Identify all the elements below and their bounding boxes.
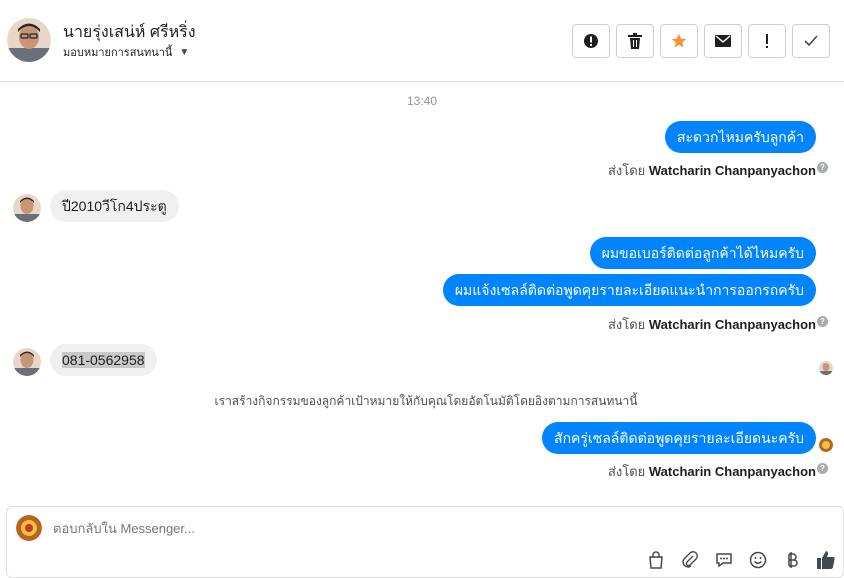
follow-up-button[interactable]: [748, 24, 786, 58]
customer-avatar: [13, 194, 41, 222]
reply-composer: [6, 506, 844, 578]
sent-by-prefix: ส่งโดย: [607, 163, 646, 178]
conversation-actions: [572, 24, 830, 58]
contact-name: นายรุ่งเสน่ห์ ศรีหริ่ง: [63, 24, 196, 41]
contact-avatar[interactable]: [7, 18, 51, 62]
info-icon[interactable]: ?: [817, 463, 828, 474]
star-icon: [671, 33, 687, 48]
page-avatar: [16, 515, 42, 541]
message-thread[interactable]: 13:40 สะดวกไหมครับลูกค้า ส่งโดย Watchari…: [0, 82, 844, 506]
smiley-icon[interactable]: [747, 549, 769, 571]
incoming-message[interactable]: ปี2010วีโก4ประตู: [50, 190, 179, 222]
customer-avatar: [13, 348, 41, 376]
reply-input[interactable]: [53, 521, 553, 536]
exclamation-icon: [766, 34, 768, 48]
message-timestamp: 13:40: [406, 94, 438, 108]
caret-down-icon: ▼: [179, 46, 190, 58]
selected-phone-number[interactable]: 081-0562958: [62, 352, 145, 368]
envelope-icon: [715, 35, 731, 47]
composer-toolbar: [645, 549, 837, 571]
sent-by-line: ส่งโดย Watcharin Chanpanyachon: [608, 461, 816, 482]
conversation-header: นายรุ่งเสน่ห์ ศรีหริ่ง มอบหมายการสนทนานี…: [0, 0, 844, 82]
sent-by-line: ส่งโดย Watcharin Chanpanyachon: [608, 314, 816, 335]
bag-icon[interactable]: [645, 549, 667, 571]
sent-by-name: Watcharin Chanpanyachon: [648, 163, 816, 178]
outgoing-message[interactable]: สักครู่เซลล์ติดต่อพูดคุยรายละเอียดนะครับ: [542, 422, 816, 454]
mark-unread-button[interactable]: [704, 24, 742, 58]
seen-by-avatar: [819, 438, 833, 452]
thumbs-up-icon[interactable]: [815, 549, 837, 571]
system-note: เราสร้างกิจกรรมของลูกค้าเป้าหมายให้กับคุ…: [214, 394, 638, 408]
star-button[interactable]: [660, 24, 698, 58]
trash-icon: [628, 33, 642, 49]
sent-by-line: ส่งโดย Watcharin Chanpanyachon: [608, 160, 816, 181]
mark-spam-button[interactable]: [572, 24, 610, 58]
outgoing-message[interactable]: ผมแจ้งเซลล์ติดต่อพูดคุยรายละเอียดแนะนำกา…: [442, 274, 816, 306]
sent-by-name: Watcharin Chanpanyachon: [648, 464, 816, 479]
sent-by-name: Watcharin Chanpanyachon: [648, 317, 816, 332]
sent-by-prefix: ส่งโดย: [607, 317, 646, 332]
seen-by-avatar: [819, 361, 833, 375]
mark-done-button[interactable]: [792, 24, 830, 58]
assign-conversation-dropdown[interactable]: มอบหมายการสนทนานี้ ▼: [63, 43, 189, 61]
outgoing-message[interactable]: สะดวกไหมครับลูกค้า: [664, 121, 816, 153]
chat-bubble-icon[interactable]: [713, 549, 735, 571]
alert-circle-icon: [584, 34, 598, 48]
info-icon[interactable]: ?: [817, 162, 828, 173]
assign-label: มอบหมายการสนทนานี้: [63, 47, 173, 59]
check-icon: [804, 35, 818, 47]
outgoing-message[interactable]: ผมขอเบอร์ติดต่อลูกค้าได้ไหมครับ: [589, 237, 816, 269]
info-icon[interactable]: ?: [817, 316, 828, 327]
delete-button[interactable]: [616, 24, 654, 58]
baht-icon[interactable]: [781, 549, 803, 571]
paperclip-icon[interactable]: [679, 549, 701, 571]
sent-by-prefix: ส่งโดย: [607, 464, 646, 479]
incoming-message[interactable]: 081-0562958: [50, 344, 157, 376]
